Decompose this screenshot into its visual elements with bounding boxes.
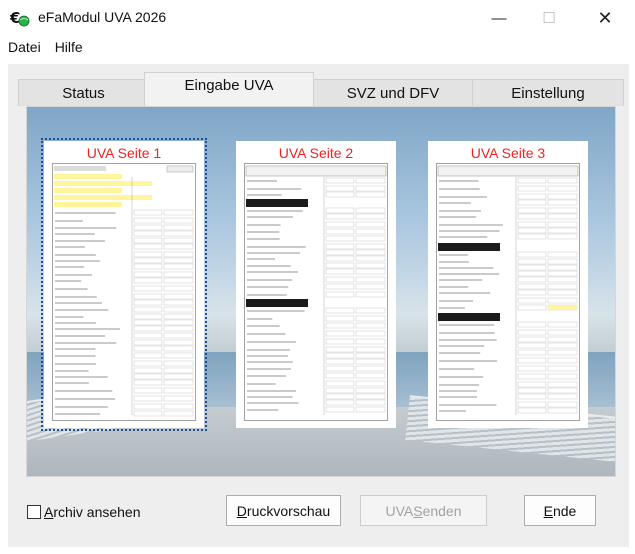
tab-eingabe-uva[interactable]: Eingabe UVA [144,72,314,106]
client-area: Status Eingabe UVA SVZ und DFV Einstellu… [8,64,629,547]
window-title: eFaModul UVA 2026 [38,9,167,25]
archive-checkbox[interactable]: Archiv ansehen [27,504,141,520]
menu-hilfe[interactable]: Hilfe [48,36,90,58]
form-preview-page-1 [52,163,196,421]
page-title: UVA Seite 3 [470,145,546,161]
tab-einstellung[interactable]: Einstellung [472,79,624,106]
euro-globe-icon: € [10,9,30,27]
tab-status[interactable]: Status [18,79,149,106]
page-title: UVA Seite 1 [86,145,162,161]
form-preview-page-2 [244,163,388,421]
end-button[interactable]: Ende [524,495,596,526]
svg-text:€: € [10,9,20,27]
uva-pages-panel: UVA Seite 1 UVA Seite 2 UVA Seite 3 [26,106,616,477]
archive-label: Archiv ansehen [44,504,141,520]
uva-page-2[interactable]: UVA Seite 2 [236,141,396,428]
maximize-button[interactable]: ☐ [526,4,572,32]
title-bar: € eFaModul UVA 2026 — ☐ ✕ [0,0,635,34]
uva-page-1[interactable]: UVA Seite 1 [41,138,207,431]
tab-svz-und-dfv[interactable]: SVZ und DFV [313,79,473,106]
minimize-button[interactable]: — [476,4,522,32]
print-preview-button[interactable]: Druckvorschau [226,495,341,526]
close-button[interactable]: ✕ [582,4,628,32]
uva-page-3[interactable]: UVA Seite 3 [428,141,588,428]
menu-datei[interactable]: Datei [0,36,48,58]
form-preview-page-3 [436,163,580,421]
tab-strip: Status Eingabe UVA SVZ und DFV Einstellu… [18,72,624,106]
send-uva-button[interactable]: UVA Senden [360,495,487,526]
menu-bar: Datei Hilfe [0,36,635,58]
page-title: UVA Seite 2 [278,145,354,161]
checkbox-box[interactable] [27,505,41,519]
